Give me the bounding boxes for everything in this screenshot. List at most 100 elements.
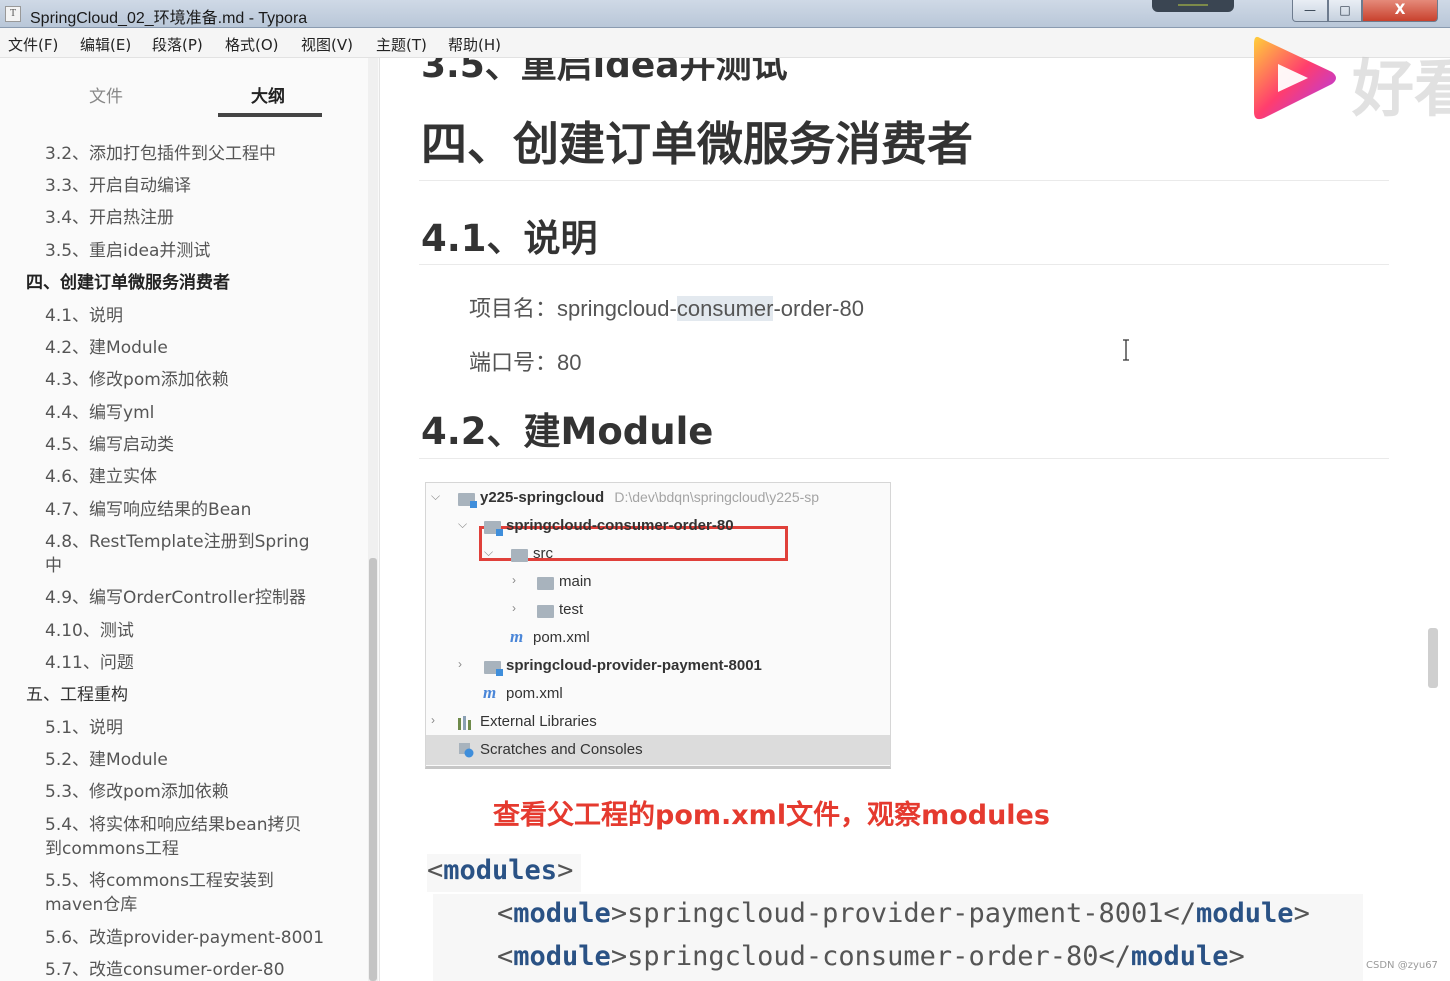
outline-item[interactable]: 4.3、修改pom添加依赖 bbox=[45, 368, 229, 392]
menu-format[interactable]: 格式(O) bbox=[225, 34, 279, 55]
outline-item[interactable]: 4.2、建Module bbox=[45, 336, 168, 360]
code-bracket: > bbox=[610, 941, 628, 972]
outline-item[interactable]: 3.3、开启自动编译 bbox=[45, 174, 191, 198]
code-text: springcloud-consumer-order-80 bbox=[627, 941, 1099, 972]
heading-2-description: 4.1、说明 bbox=[421, 217, 598, 260]
outline-item[interactable]: 3.5、重启idea并测试 bbox=[45, 239, 210, 263]
video-logo-icon bbox=[1254, 36, 1336, 120]
code-bracket: > bbox=[1293, 898, 1310, 929]
code-tag: module bbox=[513, 898, 611, 929]
title-bar-widget bbox=[1152, 0, 1234, 12]
menu-edit[interactable]: 编辑(E) bbox=[80, 34, 131, 55]
watermark-text: 好看 bbox=[1352, 52, 1450, 125]
outline-item-wrap[interactable]: 到commons工程 bbox=[45, 837, 179, 861]
project-name-line: 项目名：springcloud-consumer-order-80 bbox=[469, 291, 864, 323]
code-tag: module bbox=[1196, 898, 1294, 929]
maximize-button[interactable]: □ bbox=[1328, 0, 1362, 22]
menu-paragraph[interactable]: 段落(P) bbox=[152, 34, 203, 55]
tree-provider-module: springcloud-provider-payment-8001 bbox=[506, 657, 762, 674]
window-title: SpringCloud_02_环境准备.md - Typora bbox=[30, 10, 308, 27]
code-line-provider: <module>springcloud-provider-payment-800… bbox=[497, 898, 1310, 929]
code-tag: modules bbox=[443, 855, 558, 886]
editor-content[interactable]: 3.5、重启idea并测试 四、创建订单微服务消费者 4.1、说明 项目名：sp… bbox=[381, 58, 1450, 981]
outline-item-current[interactable]: 四、创建订单微服务消费者 bbox=[26, 271, 230, 295]
editor-scrollbar-thumb[interactable] bbox=[1428, 628, 1438, 688]
outline-item[interactable]: 5.2、建Module bbox=[45, 748, 168, 772]
close-button[interactable]: X bbox=[1362, 0, 1438, 22]
outline-item[interactable]: 4.5、编写启动类 bbox=[45, 433, 174, 457]
outline-item[interactable]: 3.2、添加打包插件到父工程中 bbox=[45, 142, 276, 166]
project-name-suffix: -order-80 bbox=[773, 296, 864, 321]
partial-heading: 3.5、重启idea并测试 bbox=[421, 58, 788, 86]
folder-icon bbox=[511, 549, 528, 562]
code-line-consumer: <module>springcloud-consumer-order-80</m… bbox=[497, 941, 1245, 972]
menu-theme[interactable]: 主题(T) bbox=[376, 34, 427, 55]
menu-help[interactable]: 帮助(H) bbox=[448, 34, 501, 55]
chevron-right-icon: › bbox=[458, 657, 462, 671]
text-cursor-icon bbox=[1123, 339, 1129, 361]
code-bracket: </ bbox=[1163, 898, 1197, 929]
chevron-right-icon: › bbox=[512, 601, 516, 615]
outline-item[interactable]: 5.5、将commons工程安装到 bbox=[45, 869, 274, 893]
outline-item[interactable]: 4.6、建立实体 bbox=[45, 465, 157, 489]
outline-item[interactable]: 4.1、说明 bbox=[45, 304, 123, 328]
code-text: springcloud-provider-payment-8001 bbox=[627, 898, 1164, 929]
outline-item[interactable]: 4.4、编写yml bbox=[45, 401, 154, 425]
outline-item[interactable]: 五、工程重构 bbox=[26, 683, 128, 707]
tree-root-path: D:\dev\bdqn\springcloud\y225-sp bbox=[614, 489, 820, 505]
tree-scratches: Scratches and Consoles bbox=[480, 741, 643, 758]
code-tag: module bbox=[1131, 941, 1229, 972]
code-modules-open: <modules> bbox=[427, 855, 573, 886]
selected-text: consumer bbox=[676, 296, 774, 321]
outline-item[interactable]: 3.4、开启热注册 bbox=[45, 206, 174, 230]
outline-item[interactable]: 5.4、将实体和响应结果bean拷贝 bbox=[45, 813, 301, 837]
chevron-right-icon: › bbox=[431, 713, 435, 727]
outline-item-wrap[interactable]: maven仓库 bbox=[45, 893, 137, 917]
sidebar: 文件 大纲 3.2、添加打包插件到父工程中 3.3、开启自动编译 3.4、开启热… bbox=[0, 58, 380, 981]
outline-item[interactable]: 5.7、改造consumer-order-80 bbox=[45, 958, 285, 981]
title-bar: T SpringCloud_02_环境准备.md - Typora — □ X bbox=[0, 0, 1450, 28]
outline-item[interactable]: 4.11、问题 bbox=[45, 651, 134, 675]
heading-divider bbox=[419, 180, 1389, 181]
tab-outline[interactable]: 大纲 bbox=[251, 82, 285, 107]
module-folder-icon bbox=[458, 493, 477, 508]
heading-2-module: 4.2、建Module bbox=[421, 410, 714, 453]
heading-divider bbox=[419, 264, 1389, 265]
project-label: 项目名： bbox=[469, 296, 558, 321]
tree-pom-consumer: pom.xml bbox=[533, 629, 590, 646]
tree-consumer-module: springcloud-consumer-order-80 bbox=[506, 517, 734, 534]
csdn-credit: CSDN @zyu67 bbox=[1366, 960, 1438, 971]
menu-view[interactable]: 视图(V) bbox=[301, 34, 353, 55]
module-folder-icon bbox=[484, 661, 503, 676]
tree-src: src bbox=[533, 545, 553, 562]
outline-item[interactable]: 4.9、编写OrderController控制器 bbox=[45, 586, 306, 610]
menu-file[interactable]: 文件(F) bbox=[8, 34, 58, 55]
code-bracket: < bbox=[497, 941, 514, 972]
chevron-down-icon: ⌵ bbox=[431, 489, 441, 503]
outline-item[interactable]: 5.1、说明 bbox=[45, 716, 123, 740]
tree-root-label: y225-springcloud bbox=[480, 489, 605, 506]
tree-pom-root: pom.xml bbox=[506, 685, 563, 702]
outline-item[interactable]: 4.7、编写响应结果的Bean bbox=[45, 498, 251, 522]
code-tag: module bbox=[513, 941, 611, 972]
tree-external-libraries: External Libraries bbox=[480, 713, 597, 730]
active-tab-indicator bbox=[218, 113, 322, 117]
outline-item[interactable]: 4.8、RestTemplate注册到Spring bbox=[45, 530, 310, 554]
project-name-prefix: springcloud- bbox=[557, 296, 677, 321]
folder-icon bbox=[537, 577, 554, 590]
sidebar-scrollbar-thumb[interactable] bbox=[369, 558, 377, 981]
outline-item-wrap[interactable]: 中 bbox=[45, 554, 62, 578]
chevron-down-icon: ⌵ bbox=[458, 517, 468, 531]
minimize-button[interactable]: — bbox=[1292, 0, 1328, 22]
folder-icon bbox=[537, 605, 554, 618]
red-annotation: 查看父工程的pom.xml文件，观察modules bbox=[493, 800, 1050, 831]
chevron-right-icon: › bbox=[512, 573, 516, 587]
maven-icon: m bbox=[510, 627, 524, 646]
module-folder-icon bbox=[484, 521, 503, 536]
typora-app-icon: T bbox=[5, 6, 21, 22]
outline-item[interactable]: 4.10、测试 bbox=[45, 619, 134, 643]
tree-main: main bbox=[559, 573, 592, 590]
tab-files[interactable]: 文件 bbox=[89, 82, 123, 107]
outline-item[interactable]: 5.3、修改pom添加依赖 bbox=[45, 780, 229, 804]
outline-item[interactable]: 5.6、改造provider-payment-8001 bbox=[45, 926, 324, 950]
